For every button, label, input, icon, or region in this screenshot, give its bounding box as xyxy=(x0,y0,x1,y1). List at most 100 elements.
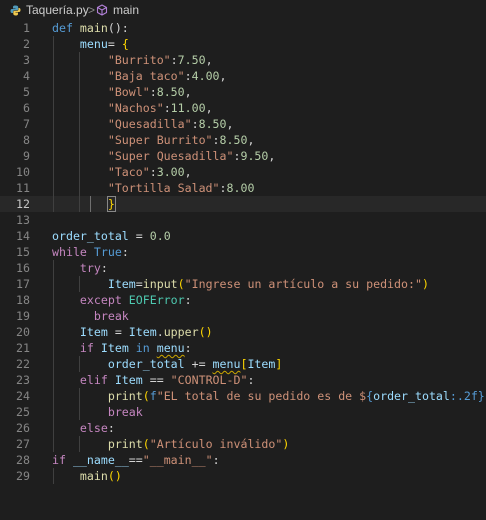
code-editor[interactable]: 29 main() 28 if __name__=="__main__": 27 pr… xyxy=(0,20,486,520)
code-text[interactable]: "Tortilla Salad":8.00 xyxy=(52,180,255,196)
code-line[interactable]: 1 def main(): xyxy=(0,20,486,36)
code-token: "Quesadilla" xyxy=(52,117,192,131)
line-number: 20 xyxy=(16,325,30,339)
line-number: 28 xyxy=(16,453,30,467)
code-token: , xyxy=(226,117,234,131)
code-text[interactable]: } xyxy=(52,196,116,212)
code-text[interactable]: def main(): xyxy=(52,20,129,36)
code-text[interactable]: Item = Item.upper() xyxy=(52,324,213,340)
code-line[interactable]: 8 "Super Burrito":8.50, xyxy=(0,132,486,148)
code-token: : xyxy=(121,245,129,259)
code-token: True xyxy=(93,245,122,259)
code-token: : xyxy=(212,453,220,467)
code-token: "CONTROL-D" xyxy=(170,373,248,387)
code-text[interactable]: else: xyxy=(52,420,115,436)
code-text[interactable]: break xyxy=(52,404,143,420)
breadcrumb-symbol[interactable]: main xyxy=(113,3,139,17)
code-text[interactable]: order_total += menu[Item] xyxy=(52,356,283,372)
code-text[interactable]: elif Item == "CONTROL-D": xyxy=(52,372,255,388)
code-token: += xyxy=(184,357,213,371)
code-token: Item xyxy=(247,357,276,371)
line-number: 13 xyxy=(16,213,30,227)
code-text[interactable]: "Burrito":7.50, xyxy=(52,52,213,68)
code-line[interactable]: 20 Item = Item.upper() xyxy=(0,324,486,340)
code-token: == xyxy=(142,373,171,387)
code-token: : xyxy=(149,85,157,99)
code-text[interactable]: try: xyxy=(52,260,108,276)
indent-guide xyxy=(53,468,54,484)
code-line[interactable]: 3 "Burrito":7.50, xyxy=(0,52,486,68)
code-text[interactable]: main() xyxy=(52,468,122,484)
code-text[interactable]: Item=input("Ingrese un artículo a su ped… xyxy=(52,276,429,292)
code-line[interactable]: 7 "Quesadilla":8.50, xyxy=(0,116,486,132)
code-line[interactable]: 22 order_total += menu[Item] xyxy=(0,356,486,372)
code-text[interactable]: order_total = 0.0 xyxy=(52,228,171,244)
code-token: Item xyxy=(100,341,129,355)
code-text[interactable]: menu= { xyxy=(52,36,129,52)
code-line[interactable]: 18 except EOFError: xyxy=(0,292,486,308)
code-line[interactable]: 26 else: xyxy=(0,420,486,436)
code-token: ) xyxy=(421,277,429,291)
code-token: = xyxy=(107,325,129,339)
code-token: "Super Burrito" xyxy=(52,133,213,147)
code-token: ( xyxy=(177,277,185,291)
code-text[interactable]: if Item in menu: xyxy=(52,340,192,356)
code-token: input xyxy=(142,277,178,291)
code-line[interactable]: 28 if __name__=="__main__": xyxy=(0,452,486,468)
code-line[interactable]: 11 "Tortilla Salad":8.00 xyxy=(0,180,486,196)
code-token: : xyxy=(107,421,115,435)
breadcrumb-separator: > xyxy=(88,3,96,17)
code-token: 7.50 xyxy=(177,53,206,67)
code-line[interactable]: 23 elif Item == "CONTROL-D": xyxy=(0,372,486,388)
code-text[interactable]: except EOFError: xyxy=(52,292,192,308)
line-number: 15 xyxy=(16,245,30,259)
code-line[interactable]: 10 "Taco":3.00, xyxy=(0,164,486,180)
code-line[interactable]: 4 "Baja taco":4.00, xyxy=(0,68,486,84)
code-line[interactable]: 27 print("Artículo inválido") xyxy=(0,436,486,452)
line-number: 1 xyxy=(23,21,30,35)
code-text[interactable]: "Bowl":8.50, xyxy=(52,84,192,100)
code-token: menu xyxy=(156,341,185,355)
indent-guide xyxy=(79,356,80,372)
code-line[interactable]: 2 menu= { xyxy=(0,36,486,52)
code-token: "Tortilla Salad" xyxy=(52,181,220,195)
code-token: 3.00 xyxy=(156,165,185,179)
code-line[interactable]: 29 main() xyxy=(0,468,486,484)
code-text[interactable]: "Taco":3.00, xyxy=(52,164,192,180)
code-token: elif xyxy=(52,373,115,387)
code-token: 8.50 xyxy=(219,133,248,147)
code-text[interactable]: print("Artículo inválido") xyxy=(52,436,290,452)
code-line[interactable]: 16 try: xyxy=(0,260,486,276)
code-token: "Nachos" xyxy=(52,101,164,115)
code-line[interactable]: 6 "Nachos":11.00, xyxy=(0,100,486,116)
code-line[interactable]: 13 xyxy=(0,212,486,228)
code-text[interactable]: while True: xyxy=(52,244,129,260)
code-token: : xyxy=(184,341,192,355)
breadcrumb-file[interactable]: Taquería.py xyxy=(26,3,89,17)
code-token: menu xyxy=(212,357,241,371)
code-text[interactable]: print(f"EL total de su pedido es de ${or… xyxy=(52,388,486,404)
code-line[interactable]: 12 } xyxy=(0,196,486,212)
code-token: main xyxy=(52,469,108,483)
python-file-icon xyxy=(10,5,21,16)
code-line[interactable]: 14 order_total = 0.0 xyxy=(0,228,486,244)
code-token: = xyxy=(128,229,150,243)
code-token: , xyxy=(268,149,276,163)
code-line[interactable]: 21 if Item in menu: xyxy=(0,340,486,356)
code-line[interactable]: 19 break xyxy=(0,308,486,324)
code-text[interactable]: "Nachos":11.00, xyxy=(52,100,213,116)
code-text[interactable]: if __name__=="__main__": xyxy=(52,452,220,468)
code-token: if xyxy=(52,341,101,355)
code-line[interactable]: 17 Item=input("Ingrese un artículo a su … xyxy=(0,276,486,292)
code-text[interactable]: "Super Quesadilla":9.50, xyxy=(52,148,276,164)
code-line[interactable]: 9 "Super Quesadilla":9.50, xyxy=(0,148,486,164)
code-text[interactable]: break xyxy=(52,308,129,324)
code-text[interactable]: "Super Burrito":8.50, xyxy=(52,132,255,148)
code-line[interactable]: 15 while True: xyxy=(0,244,486,260)
code-line[interactable]: 5 "Bowl":8.50, xyxy=(0,84,486,100)
code-token: :.2f} xyxy=(449,389,485,403)
code-token: : xyxy=(184,69,192,83)
indent-guide xyxy=(79,52,80,212)
code-line[interactable]: 25 break xyxy=(0,404,486,420)
code-line[interactable]: 24 print(f"EL total de su pedido es de $… xyxy=(0,388,486,404)
